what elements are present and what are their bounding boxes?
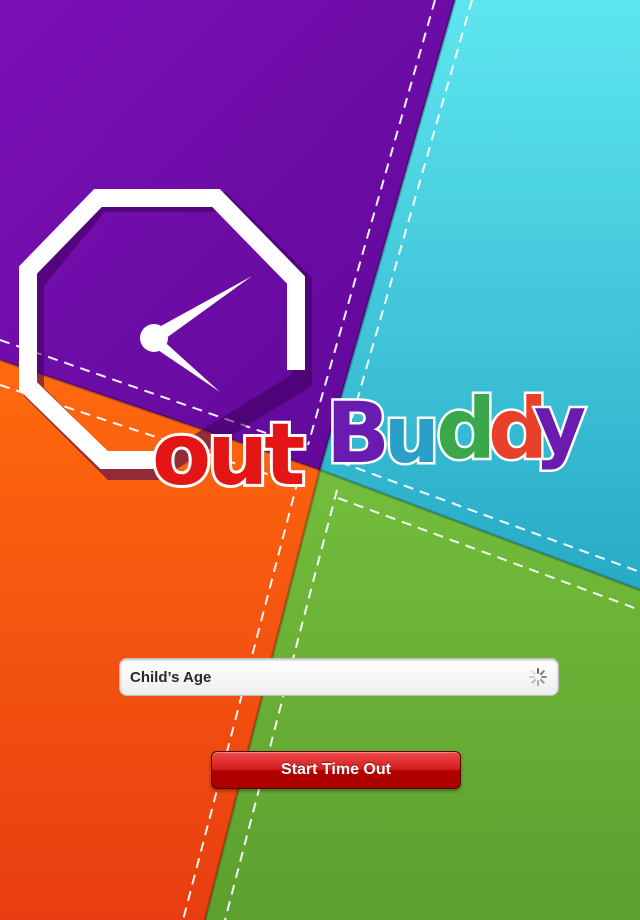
svg-text:B: B bbox=[326, 384, 390, 482]
svg-text:out: out bbox=[152, 405, 304, 505]
outbuddy-logo: out B u d d y bbox=[19, 189, 589, 508]
outbuddy-screen: out B u d d y Child’s Age Start Time Out bbox=[0, 0, 640, 920]
svg-text:u: u bbox=[384, 391, 440, 481]
spinner-icon bbox=[529, 668, 547, 686]
svg-text:y: y bbox=[534, 378, 586, 471]
logo-word-buddy: B u d d y bbox=[324, 376, 589, 485]
child-age-field[interactable]: Child’s Age bbox=[119, 658, 559, 696]
start-time-out-button[interactable]: Start Time Out bbox=[211, 751, 461, 789]
child-age-label: Child’s Age bbox=[130, 668, 212, 686]
logo-word-out: out bbox=[149, 402, 311, 508]
